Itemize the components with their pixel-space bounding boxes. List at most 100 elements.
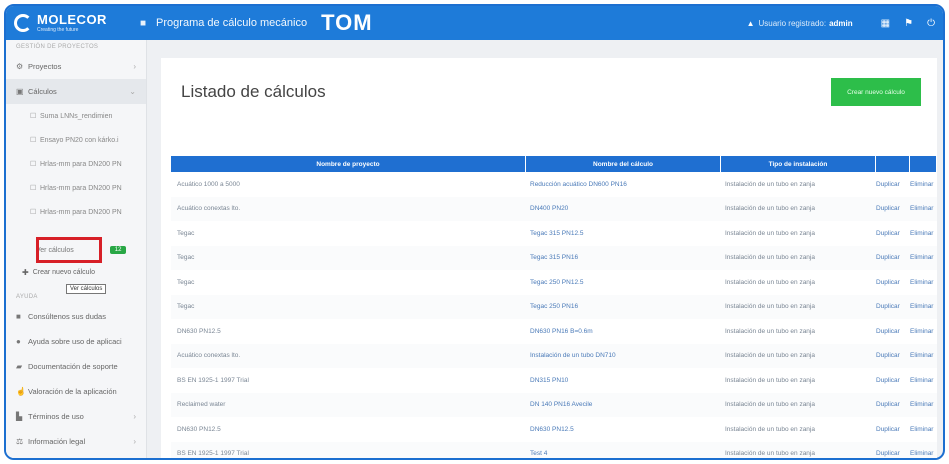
calc-item[interactable]: ☐ Suma LNNs_rendimien [6,104,146,128]
delete-link[interactable]: Eliminar [910,377,937,384]
new-calc-link[interactable]: ✚ Crear nuevo cálculo [6,262,146,282]
molecor-logo-icon [14,14,32,32]
delete-link[interactable]: Eliminar [910,205,937,212]
user-name[interactable]: admin [829,19,853,28]
sidebar-item-help-4[interactable]: ▙ Términos de uso › [6,404,146,429]
sidebar-item-help-0[interactable]: ■ Consúltenos sus dudas [6,304,146,329]
col-header-install[interactable]: Tipo de instalación [721,156,876,172]
cell-install-type: Instalación de un tubo en zanja [725,327,815,335]
flag-icon[interactable]: ⚑ [904,18,913,29]
chevron-down-icon: ⌄ [129,87,136,96]
main-content: Listado de cálculos Crear nuevo cálculo … [161,58,937,458]
delete-link[interactable]: Eliminar [910,254,937,261]
duplicate-link[interactable]: Duplicar [876,352,910,359]
col-header-project[interactable]: Nombre de proyecto [171,156,526,172]
brand-logo[interactable]: MOLECOR Creating the future [14,13,136,33]
duplicate-link[interactable]: Duplicar [876,254,910,261]
duplicate-link[interactable]: Duplicar [876,230,910,237]
app-window: MOLECOR Creating the future ■ Programa d… [4,4,945,460]
table-row: Reclaimed water DN 140 PN16 Avecile Instal… [171,392,937,417]
delete-link[interactable]: Eliminar [910,279,937,286]
cell-install-type: Instalación de un tubo en zanja [725,229,815,237]
cell-calc-link[interactable]: DN 140 PN16 Avecile [526,401,721,408]
col-header-calc[interactable]: Nombre del cálculo [526,156,721,172]
cell-install-type: Instalación de un tubo en zanja [725,425,815,433]
highlight-annotation [36,237,102,263]
delete-link[interactable]: Eliminar [910,181,937,188]
delete-link[interactable]: Eliminar [910,450,937,457]
cell-calc-link[interactable]: DN630 PN12.5 [526,426,721,433]
table-row: Tegac Tegac 250 PN12.5 Instalación de un t… [171,270,937,295]
delete-link[interactable]: Eliminar [910,303,937,310]
duplicate-link[interactable]: Duplicar [876,450,910,457]
table-row: Tegac Tegac 250 PN16 Instalación de un tub… [171,294,937,319]
cell-calc-link[interactable]: DN315 PN10 [526,377,721,384]
cell-install-type: Instalación de un tubo en zanja [725,401,815,409]
cell-project: BS EN 1925-1 1997 Trial [177,450,249,458]
duplicate-link[interactable]: Duplicar [876,181,910,188]
duplicate-link[interactable]: Duplicar [876,279,910,286]
power-icon[interactable]: ⏻ [927,18,935,29]
cell-install-type: Instalación de un tubo en zanja [725,180,815,188]
document-icon: ▙ [16,412,23,421]
duplicate-link[interactable]: Duplicar [876,377,910,384]
menu-icon[interactable]: ■ [140,18,146,29]
cell-calc-link[interactable]: Test 4 [526,450,721,457]
cell-calc-link[interactable]: DN400 PN20 [526,205,721,212]
calc-count-badge: 12 [109,246,127,254]
calculator-icon: ▣ [16,87,24,96]
calc-item[interactable]: ☐ Hrlas-mm para DN200 PN [6,152,146,176]
table-row: Acuático conextas lto. Instalación de un … [171,343,937,368]
cell-calc-link[interactable]: Reducción acuático DN600 PN16 [526,181,721,188]
brand-tagline: Creating the future [37,27,79,33]
table-row: BS EN 1925-1 1997 Trial Test 4 Instalación… [171,441,937,458]
cell-calc-link[interactable]: DN630 PN16 B=0.6m [526,328,721,335]
create-calc-button[interactable]: Crear nuevo cálculo [831,78,921,106]
sidebar-item-help-3[interactable]: ☝ Valoración de la aplicación [6,379,146,404]
calc-item[interactable]: ☐ Ensayo PN20 con kárko.i [6,128,146,152]
grid-icon[interactable]: ▦ [881,18,890,29]
cell-calc-link[interactable]: Instalación de un tubo DN710 [526,352,721,359]
delete-link[interactable]: Eliminar [910,328,937,335]
user-label: Usuario registrado: [758,18,827,28]
table-row: Tegac Tegac 315 PN12.5 Instalación de un t… [171,221,937,246]
cell-calc-link[interactable]: Tegac 250 PN16 [526,303,721,310]
book-icon: ▰ [16,362,23,371]
cell-project: Tegac [177,303,195,311]
duplicate-link[interactable]: Duplicar [876,205,910,212]
cell-install-type: Instalación de un tubo en zanja [725,450,815,458]
file-icon: ☐ [30,161,37,168]
calc-item[interactable]: ☐ Hrlas-mm para DN200 PN [6,200,146,224]
calc-item[interactable]: ☐ Hrlas-mm para DN200 PN [6,176,146,200]
duplicate-link[interactable]: Duplicar [876,401,910,408]
file-icon: ☐ [30,185,37,192]
delete-link[interactable]: Eliminar [910,352,937,359]
cell-project: Reclaimed water [177,401,226,409]
cell-calc-link[interactable]: Tegac 315 PN12.5 [526,230,721,237]
legal-icon: ⚖ [16,437,24,446]
chevron-right-icon: › [133,412,136,421]
cell-calc-link[interactable]: Tegac 250 PN12.5 [526,279,721,286]
cell-install-type: Instalación de un tubo en zanja [725,278,815,286]
cell-calc-link[interactable]: Tegac 315 PN16 [526,254,721,261]
sidebar-item-projects[interactable]: ⚙ Proyectos › [6,54,146,79]
section-title-projects: Gestión de proyectos [16,44,99,50]
table-header: Nombre de proyecto Nombre del cálculo Ti… [171,156,937,172]
duplicate-link[interactable]: Duplicar [876,303,910,310]
thumb-icon: ☝ [16,387,26,396]
question-icon: ● [16,337,21,346]
sidebar-item-help-5[interactable]: ⚖ Información legal › [6,429,146,454]
table-row: DN630 PN12.5 DN630 PN12.5 Instalación de u… [171,417,937,442]
delete-link[interactable]: Eliminar [910,426,937,433]
delete-link[interactable]: Eliminar [910,230,937,237]
file-icon: ☐ [30,209,37,216]
file-icon: ☐ [30,137,37,144]
duplicate-link[interactable]: Duplicar [876,328,910,335]
duplicate-link[interactable]: Duplicar [876,426,910,433]
delete-link[interactable]: Eliminar [910,401,937,408]
sidebar-item-help-1[interactable]: ● Ayuda sobre uso de aplicaci [6,329,146,354]
cell-project: Tegac [177,254,195,262]
cell-project: Tegac [177,229,195,237]
sidebar-item-help-2[interactable]: ▰ Documentación de soporte [6,354,146,379]
sidebar-item-calcs[interactable]: ▣ Cálculos ⌄ [6,79,146,104]
